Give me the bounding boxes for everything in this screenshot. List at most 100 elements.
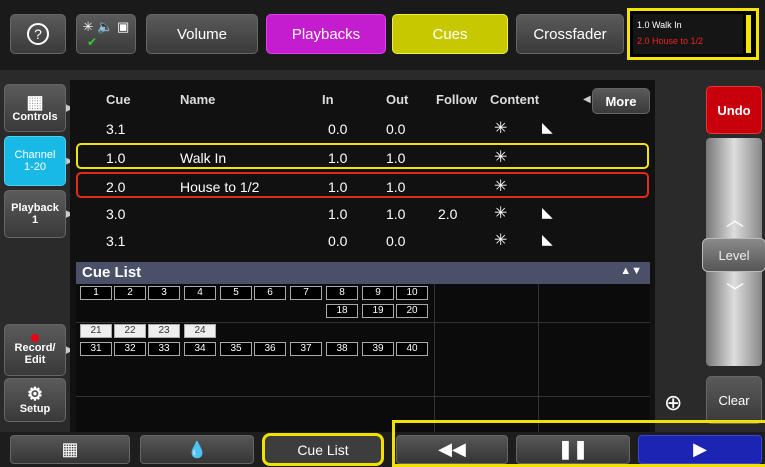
cue-cell[interactable]: 35 xyxy=(220,342,252,356)
playbacks-tab[interactable]: Playbacks xyxy=(266,14,386,54)
table-row[interactable]: 3.0 1.0 1.0 2.0 ✳ ◣ xyxy=(76,201,649,227)
grid-icon: ▦ xyxy=(26,92,44,112)
cue-cell[interactable]: 22 xyxy=(114,324,146,338)
level-label: Level xyxy=(718,247,750,263)
volume-label: Volume xyxy=(176,25,228,43)
undo-button[interactable]: Undo xyxy=(706,86,762,134)
cue-cell[interactable]: 3 xyxy=(148,286,180,300)
edit-label: Edit xyxy=(24,354,46,366)
cue-cell[interactable]: 36 xyxy=(254,342,286,356)
cue-list-header[interactable]: Cue List ▲▼ xyxy=(76,262,650,284)
chevron-up-icon: ︿ xyxy=(726,210,744,230)
sidebar-channel-button[interactable]: Channel 1-20 ▶ xyxy=(4,136,73,186)
cue-cell[interactable]: 7 xyxy=(290,286,322,300)
cue-cell[interactable]: 24 xyxy=(184,324,216,338)
clear-label: Clear xyxy=(718,392,750,408)
record-dot-icon xyxy=(31,334,39,342)
help-icon: ? xyxy=(27,23,49,45)
grid-divider xyxy=(434,284,435,432)
volume-tab[interactable]: Volume xyxy=(146,14,258,54)
clear-button[interactable]: Clear xyxy=(706,376,762,424)
level-fader-handle[interactable]: Level xyxy=(702,238,765,272)
cue-cell[interactable]: 37 xyxy=(290,342,322,356)
more-button[interactable]: More xyxy=(592,88,650,114)
cue-cell[interactable]: 8 xyxy=(326,286,358,300)
cue-number: 2.0 xyxy=(106,179,126,195)
cue-number: 3.1 xyxy=(106,121,126,137)
header-out: Out xyxy=(386,92,409,107)
table-row[interactable]: 2.0 House to 1/2 1.0 1.0 ✳ xyxy=(76,172,649,198)
header-follow: Follow xyxy=(436,92,478,107)
crossfade-status-panel[interactable]: 1.0 Walk In 2.0 House to 1/2 xyxy=(627,8,759,60)
sidebar-setup-button[interactable]: ⚙ Setup xyxy=(4,378,66,422)
cue-cell[interactable]: 34 xyxy=(184,342,216,356)
header-cue: Cue xyxy=(106,92,131,107)
cue-out: 1.0 xyxy=(386,206,406,222)
grid-divider xyxy=(538,284,539,432)
table-row[interactable]: 3.1 0.0 0.0 ✳ ◣ xyxy=(76,116,649,142)
check-icon: ✔ xyxy=(87,35,98,49)
cue-number: 3.0 xyxy=(106,206,126,222)
cue-cell[interactable]: 20 xyxy=(396,304,428,318)
cue-name: Walk In xyxy=(180,150,227,166)
table-row[interactable]: 3.1 0.0 0.0 ✳ ◣ xyxy=(76,228,649,254)
sidebar-controls-button[interactable]: ▦ Controls ▶ xyxy=(4,84,73,132)
cue-out: 0.0 xyxy=(386,121,406,137)
gear-icon: ⚙ xyxy=(26,384,44,404)
header-in: In xyxy=(322,92,334,107)
speaker-icon: 🔈 xyxy=(97,19,114,34)
cue-cell[interactable]: 6 xyxy=(254,286,286,300)
cue-cell[interactable]: 38 xyxy=(326,342,358,356)
intensity-icon: ✳ xyxy=(494,205,508,222)
zoom-fit-icon[interactable]: ⊕ xyxy=(664,390,682,416)
sail-icon: ◣ xyxy=(542,204,553,220)
cue-in: 1.0 xyxy=(328,150,348,166)
cue-number: 3.1 xyxy=(106,233,126,249)
sidebar-playback-button[interactable]: Playback 1 ▶ xyxy=(4,190,73,238)
cue-number: 1.0 xyxy=(106,150,126,166)
status-indicators-button[interactable]: ✳ 🔈 ▣ ✔ xyxy=(76,14,136,54)
header-name: Name xyxy=(180,92,216,107)
cue-cell[interactable]: 1 xyxy=(80,286,112,300)
controls-label: Controls xyxy=(12,111,58,123)
crossfade-next-cue: 2.0 House to 1/2 xyxy=(637,36,704,46)
channel-range-label: 1-20 xyxy=(23,161,47,173)
sail-icon: ◣ xyxy=(542,119,553,135)
crossfade-status-text: 1.0 Walk In 2.0 House to 1/2 xyxy=(633,14,743,54)
cue-list-button-label: Cue List xyxy=(297,441,349,458)
cues-label: Cues xyxy=(432,25,468,43)
cue-cell[interactable]: 40 xyxy=(396,342,428,356)
cue-follow: 2.0 xyxy=(438,206,458,222)
cue-cell[interactable]: 18 xyxy=(326,304,358,318)
cue-cell[interactable]: 23 xyxy=(148,324,180,338)
cue-in: 1.0 xyxy=(328,179,348,195)
cue-cell[interactable]: 5 xyxy=(220,286,252,300)
cue-cell[interactable]: 31 xyxy=(80,342,112,356)
sidebar-record-edit-button[interactable]: Record/ Edit ▶ xyxy=(4,324,73,376)
cue-out: 0.0 xyxy=(386,233,406,249)
cues-tab[interactable]: Cues xyxy=(392,14,508,54)
spark-icon: ✳ xyxy=(82,19,94,34)
cue-cell[interactable]: 33 xyxy=(148,342,180,356)
help-button[interactable]: ? xyxy=(10,14,66,54)
cue-cell[interactable]: 21 xyxy=(80,324,112,338)
grid-view-button[interactable]: ▦ xyxy=(10,435,130,464)
cue-in: 0.0 xyxy=(328,121,348,137)
table-row[interactable]: 1.0 Walk In 1.0 1.0 ✳ xyxy=(76,143,649,169)
cue-cell[interactable]: 39 xyxy=(362,342,394,356)
cue-cell[interactable]: 4 xyxy=(184,286,216,300)
crossfader-tab[interactable]: Crossfader xyxy=(516,14,624,54)
cue-cell[interactable]: 10 xyxy=(396,286,428,300)
cue-cell[interactable]: 2 xyxy=(114,286,146,300)
cue-out: 1.0 xyxy=(386,150,406,166)
crossfade-current-cue: 1.0 Walk In xyxy=(637,20,682,30)
playback-label: Playback xyxy=(11,202,59,214)
color-view-button[interactable]: 💧 xyxy=(140,435,254,464)
cue-cell[interactable]: 19 xyxy=(362,304,394,318)
chevron-down-icon: ﹀ xyxy=(726,282,744,302)
color-drop-icon: 💧 xyxy=(187,441,207,459)
cue-cell[interactable]: 9 xyxy=(362,286,394,300)
sort-toggle-icon[interactable]: ▲▼ xyxy=(620,265,642,277)
cue-list-view-button[interactable]: Cue List xyxy=(262,433,384,466)
cue-cell[interactable]: 32 xyxy=(114,342,146,356)
